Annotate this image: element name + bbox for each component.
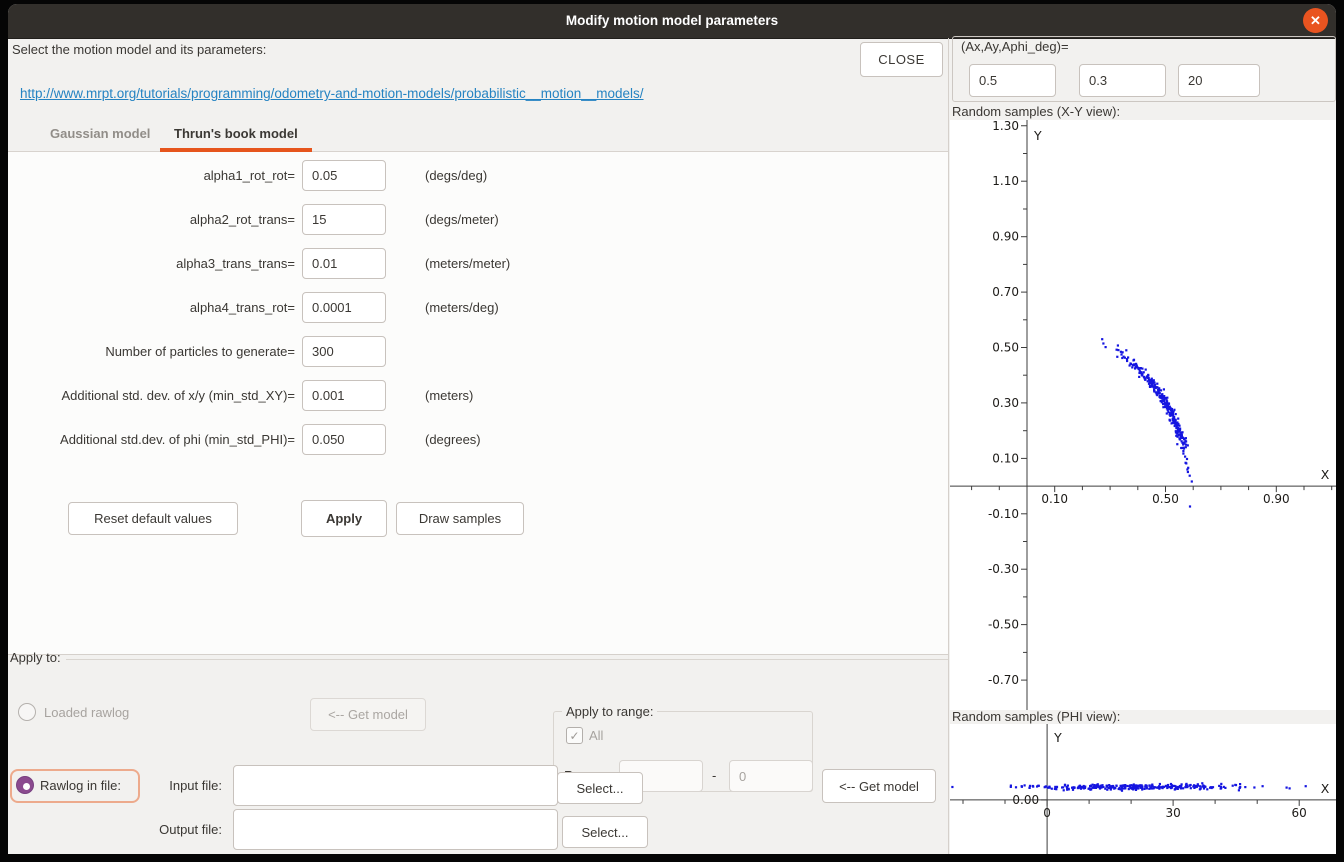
form-row-unit: (meters/meter) <box>425 256 510 271</box>
dialog-content: Select the motion model and its paramete… <box>8 38 1336 854</box>
delta-phi-input[interactable] <box>1178 64 1260 97</box>
tab-gaussian-model[interactable]: Gaussian model <box>36 118 164 152</box>
svg-text:0.50: 0.50 <box>992 341 1019 355</box>
all-checkbox: ✓ <box>566 727 583 744</box>
apply-to-frame-label: Apply to: <box>10 650 61 665</box>
draw-samples-button[interactable]: Draw samples <box>396 502 524 535</box>
form-row-label: Additional std. dev. of x/y (min_std_XY)… <box>8 388 295 403</box>
range-to-input <box>729 760 813 792</box>
panel-divider <box>948 38 949 854</box>
svg-text:X: X <box>1321 781 1330 796</box>
tab-bar: Gaussian model Thrun's book model <box>8 118 948 152</box>
delta-y-input[interactable] <box>1079 64 1166 97</box>
form-row-input[interactable] <box>302 336 386 367</box>
output-file-label: Output file: <box>8 822 222 837</box>
svg-text:-0.10: -0.10 <box>988 507 1019 521</box>
form-row: Additional std. dev. of x/y (min_std_XY)… <box>8 380 948 412</box>
dialog-window: Modify motion model parameters ✕ Select … <box>8 4 1336 854</box>
svg-text:0.50: 0.50 <box>1152 492 1179 506</box>
apply-to-frame-line <box>66 659 948 660</box>
window-title: Modify motion model parameters <box>8 4 1336 38</box>
form-row-unit: (meters/deg) <box>425 300 499 315</box>
select-output-file-button[interactable]: Select... <box>562 816 648 848</box>
svg-text:X: X <box>1321 467 1330 482</box>
window-close-icon: ✕ <box>1310 13 1321 28</box>
svg-text:Y: Y <box>1033 128 1042 143</box>
svg-text:0.10: 0.10 <box>992 451 1019 465</box>
xy-chart: 0.10 0.50 0.90 1.30 1.10 0.90 0.70 0.50 0.30 0.10… <box>950 120 1336 710</box>
svg-text:0.30: 0.30 <box>992 396 1019 410</box>
form-row-unit: (degs/deg) <box>425 168 487 183</box>
form-row-label: alpha2_rot_trans= <box>8 212 295 227</box>
svg-text:60: 60 <box>1292 806 1307 820</box>
phi-chart: 0 30 60 0.00 Y X <box>950 724 1336 854</box>
svg-text:0.90: 0.90 <box>992 230 1019 244</box>
form-row-input[interactable] <box>302 248 386 279</box>
tab-thruns-book-model[interactable]: Thrun's book model <box>160 118 312 152</box>
svg-text:-0.50: -0.50 <box>988 618 1019 632</box>
svg-text:-0.70: -0.70 <box>988 673 1019 687</box>
window-close-button[interactable]: ✕ <box>1303 8 1328 33</box>
svg-text:0.10: 0.10 <box>1041 492 1068 506</box>
form-row-unit: (degrees) <box>425 432 481 447</box>
form-row-input[interactable] <box>302 424 386 455</box>
titlebar: Modify motion model parameters ✕ <box>8 4 1336 39</box>
svg-text:30: 30 <box>1165 806 1180 820</box>
reset-default-values-button[interactable]: Reset default values <box>68 502 238 535</box>
form-row: alpha1_rot_rot= (degs/deg) <box>8 160 948 192</box>
form-row-input[interactable] <box>302 292 386 323</box>
phi-chart-title: Random samples (PHI view): <box>952 709 1120 724</box>
select-input-file-button[interactable]: Select... <box>557 772 643 804</box>
form-row: alpha4_trans_rot= (meters/deg) <box>8 292 948 324</box>
apply-to-range-legend: Apply to range: <box>562 704 657 719</box>
svg-text:0.90: 0.90 <box>1263 492 1290 506</box>
form-row-label: alpha1_rot_rot= <box>8 168 295 183</box>
form-row: alpha2_rot_trans= (degs/meter) <box>8 204 948 236</box>
loaded-rawlog-radio <box>18 703 36 721</box>
delta-box-label: (Ax,Ay,Aphi_deg)= <box>961 39 1069 54</box>
form-row-input[interactable] <box>302 380 386 411</box>
form-row-label: alpha3_trans_trans= <box>8 256 295 271</box>
apply-button[interactable]: Apply <box>301 500 387 537</box>
close-dialog-button[interactable]: CLOSE <box>860 42 943 77</box>
form-row: alpha3_trans_trans= (meters/meter) <box>8 248 948 280</box>
svg-text:Y: Y <box>1053 730 1062 745</box>
form-row-input[interactable] <box>302 160 386 191</box>
get-model-bottom-button[interactable]: <-- Get model <box>822 769 936 803</box>
form-row: Number of particles to generate= <box>8 336 948 368</box>
tab-panel-thrun: alpha1_rot_rot= (degs/deg) alpha2_rot_tran… <box>8 152 948 655</box>
output-file-input[interactable] <box>233 809 558 850</box>
get-model-top-button: <-- Get model <box>310 698 426 731</box>
tutorial-link[interactable]: http://www.mrpt.org/tutorials/programmin… <box>20 86 644 101</box>
xy-chart-title: Random samples (X-Y view): <box>952 104 1120 119</box>
range-separator: - <box>712 768 716 783</box>
svg-text:1.10: 1.10 <box>992 174 1019 188</box>
form-row: Additional std.dev. of phi (min_std_PHI)… <box>8 424 948 456</box>
all-checkbox-label: All <box>589 728 603 743</box>
svg-text:-0.30: -0.30 <box>988 562 1019 576</box>
svg-text:0.00: 0.00 <box>1012 793 1039 807</box>
form-row-label: Additional std.dev. of phi (min_std_PHI)… <box>8 432 295 447</box>
input-file-input[interactable] <box>233 765 558 806</box>
svg-text:0: 0 <box>1043 806 1051 820</box>
svg-text:1.30: 1.30 <box>992 120 1019 133</box>
instruction-label: Select the motion model and its paramete… <box>12 42 266 57</box>
form-row-unit: (degs/meter) <box>425 212 499 227</box>
input-file-label: Input file: <box>8 778 222 793</box>
delta-x-input[interactable] <box>969 64 1056 97</box>
delta-box: (Ax,Ay,Aphi_deg)= <box>952 36 1336 102</box>
form-row-unit: (meters) <box>425 388 473 403</box>
form-row-input[interactable] <box>302 204 386 235</box>
loaded-rawlog-label: Loaded rawlog <box>44 705 129 720</box>
form-row-label: Number of particles to generate= <box>8 344 295 359</box>
check-icon: ✓ <box>569 729 579 743</box>
form-row-label: alpha4_trans_rot= <box>8 300 295 315</box>
svg-text:0.70: 0.70 <box>992 285 1019 299</box>
